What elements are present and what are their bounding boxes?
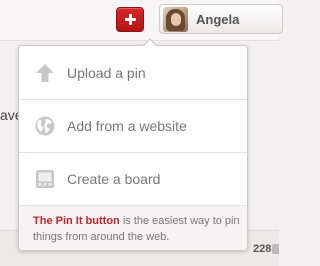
menu-item-label: Add from a website <box>67 118 187 134</box>
globe-icon <box>35 116 55 136</box>
avatar <box>163 7 188 32</box>
user-menu-button[interactable]: Angela <box>159 4 283 34</box>
menu-item-label: Create a board <box>67 171 161 187</box>
menu-item-upload-pin[interactable]: Upload a pin <box>19 47 247 99</box>
board-icon <box>35 169 55 189</box>
add-button[interactable] <box>116 7 144 32</box>
menu-item-create-board[interactable]: Create a board <box>19 153 247 205</box>
background-count: 228 <box>253 243 272 255</box>
pin-it-button-link[interactable]: The Pin It button <box>33 215 120 227</box>
top-bar: Angela <box>0 0 283 41</box>
background-count-mark <box>272 244 279 254</box>
menu-item-label: Upload a pin <box>67 65 146 81</box>
promo-text: The Pin It button is the easiest way to … <box>33 213 245 245</box>
add-menu-dropdown: Upload a pin Add from a website Create a… <box>18 38 248 251</box>
menu-item-add-from-website[interactable]: Add from a website <box>19 100 247 152</box>
user-name: Angela <box>196 12 240 27</box>
upload-arrow-icon <box>35 63 55 83</box>
pin-it-promo: The Pin It button is the easiest way to … <box>19 206 247 250</box>
